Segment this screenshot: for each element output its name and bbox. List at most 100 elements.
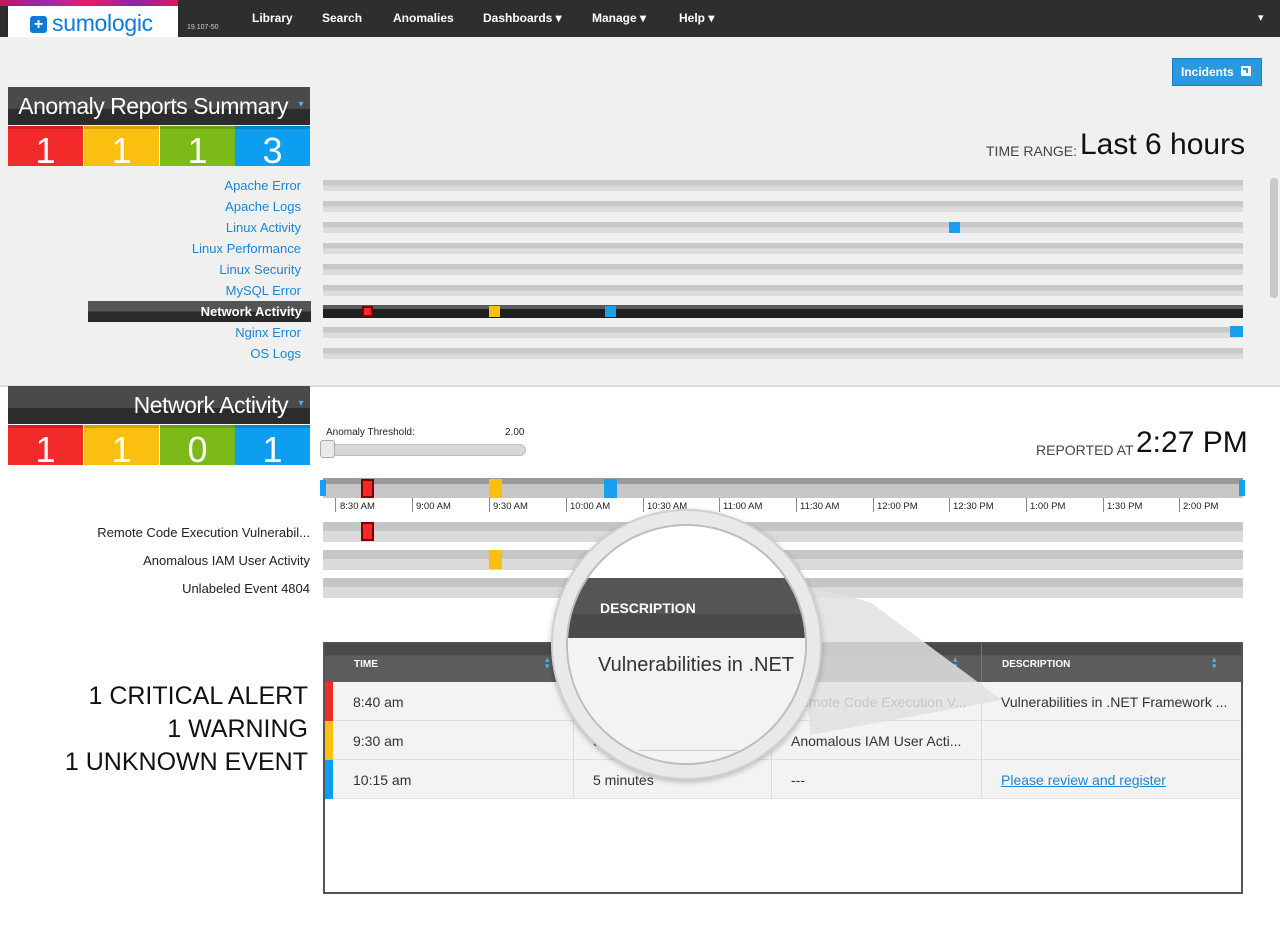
severity-stripe-unknown [325,760,333,799]
incidents-label: Incidents [1181,65,1234,79]
anomaly-marker-critical[interactable] [362,306,373,317]
source-track-selected[interactable] [323,305,1243,318]
summary-count-unknown[interactable]: 3 [235,126,310,171]
reported-at-value: 2:27 PM [1136,426,1248,459]
timeline-right-handle[interactable] [1239,480,1245,496]
detail-count-info[interactable]: 0 [160,425,235,470]
timeline-marker-critical[interactable] [361,479,374,498]
magnified-row [568,698,805,763]
nav-dashboards[interactable]: Dashboards ▾ [483,11,562,25]
source-track[interactable] [323,348,1243,359]
logo-text: sumologic [52,10,153,36]
cell-description: Vulnerabilities in .NET Framework ... [1001,694,1228,710]
plus-icon: + [30,16,47,33]
chevron-down-icon[interactable]: ▾ [298,87,303,123]
detail-count-unknown[interactable]: 1 [235,425,310,470]
magnified-header: DESCRIPTION [568,578,805,638]
timeline-tick [566,498,567,512]
column-divider [573,760,574,799]
magnified-row-text: Vulnerabilities in .NET [598,654,795,676]
user-menu-caret-icon[interactable]: ▾ [1258,11,1264,24]
scrollbar[interactable] [1270,178,1278,298]
timeline-tick-label: 8:30 AM [340,501,375,512]
nav-help[interactable]: Help ▾ [679,11,714,25]
event-label-critical[interactable]: Remote Code Execution Vulnerabil... [0,525,310,540]
event-track[interactable] [323,522,1243,542]
summary-count-critical[interactable]: 1 [8,126,83,171]
source-linux-security[interactable]: Linux Security [1,262,301,277]
severity-stripe-warning [325,721,333,760]
chevron-down-icon[interactable]: ▾ [298,386,303,422]
timeline-tick [1103,498,1104,512]
timeline-marker-warning[interactable] [489,479,502,498]
source-nginx-error[interactable]: Nginx Error [1,325,301,340]
cell-name: Remote Code Execution V... [791,694,967,710]
source-linux-performance[interactable]: Linux Performance [1,241,301,256]
summary-count-warning[interactable]: 1 [84,126,159,171]
source-os-logs[interactable]: OS Logs [1,346,301,361]
nav-manage[interactable]: Manage ▾ [592,11,646,25]
timeline-tick-label: 10:00 AM [570,501,611,512]
summary-panel-title[interactable]: Anomaly Reports Summary ▾ [8,87,310,125]
nav-search[interactable]: Search [322,11,362,25]
source-apache-logs[interactable]: Apache Logs [1,199,301,214]
timeline-tick [335,498,336,512]
incidents-button[interactable]: Incidents [1172,58,1262,86]
anomaly-marker-warning[interactable] [489,306,500,317]
column-divider [981,644,982,682]
summary-count-info[interactable]: 1 [160,126,235,171]
source-track[interactable] [323,243,1243,254]
source-mysql-error[interactable]: MySQL Error [1,283,301,298]
detail-count-critical[interactable]: 1 [8,425,83,470]
source-track[interactable] [323,201,1243,212]
source-track[interactable] [323,222,1243,233]
source-track[interactable] [323,264,1243,275]
cell-duration: 5 minutes [593,772,654,788]
timeline-tick [719,498,720,512]
version-label: 19.107-50 [187,24,219,31]
anomaly-marker-unknown[interactable] [949,222,960,233]
detail-title-text: Network Activity [133,392,289,418]
threshold-label: Anomaly Threshold: [326,427,415,438]
timeline-tick-label: 9:30 AM [493,501,528,512]
event-label-warning[interactable]: Anomalous IAM User Activity [0,553,310,568]
anomaly-marker-unknown[interactable] [1230,326,1243,337]
sort-icon[interactable]: ▴ ▾ [1212,655,1217,671]
summary-title-text: Anomaly Reports Summary [18,93,288,119]
nav-library[interactable]: Library [252,11,293,25]
column-header-description[interactable]: DESCRIPTION [1002,659,1070,670]
column-divider [771,760,772,799]
table-row[interactable]: 10:15 am 5 minutes --- Please review and… [325,760,1241,799]
time-range-value[interactable]: Last 6 hours [1080,128,1245,162]
event-marker-warning[interactable] [489,550,502,569]
timeline-tick-label: 12:00 PM [877,501,918,512]
timeline-range-bar[interactable] [323,478,1243,498]
column-header-time[interactable]: TIME [354,659,378,670]
register-link[interactable]: Please review and register [1001,772,1166,788]
source-apache-error[interactable]: Apache Error [1,178,301,193]
event-marker-critical[interactable] [361,522,374,541]
sort-icon[interactable]: ▴ ▾ [953,655,958,671]
detail-panel-title[interactable]: Network Activity ▾ [8,386,310,424]
timeline-tick [643,498,644,512]
timeline-tick [949,498,950,512]
column-divider [981,682,982,721]
source-track[interactable] [323,180,1243,191]
threshold-slider[interactable] [322,444,526,456]
cell-name: --- [791,772,805,788]
timeline-left-handle[interactable] [320,480,326,496]
anomaly-marker-unknown[interactable] [605,306,616,317]
sort-icon[interactable]: ▴ ▾ [545,655,550,671]
event-label-unknown[interactable]: Unlabeled Event 4804 [0,581,310,596]
timeline-tick-label: 1:00 PM [1030,501,1066,512]
detail-count-warning[interactable]: 1 [84,425,159,470]
threshold-slider-handle[interactable] [320,440,335,458]
timeline-tick [489,498,490,512]
cell-time: 9:30 am [353,733,404,749]
source-track[interactable] [323,285,1243,296]
source-track[interactable] [323,327,1243,338]
source-network-activity-selected[interactable]: Network Activity [88,301,311,322]
source-linux-activity[interactable]: Linux Activity [1,220,301,235]
timeline-marker-unknown[interactable] [604,479,617,498]
nav-anomalies[interactable]: Anomalies [393,11,454,25]
